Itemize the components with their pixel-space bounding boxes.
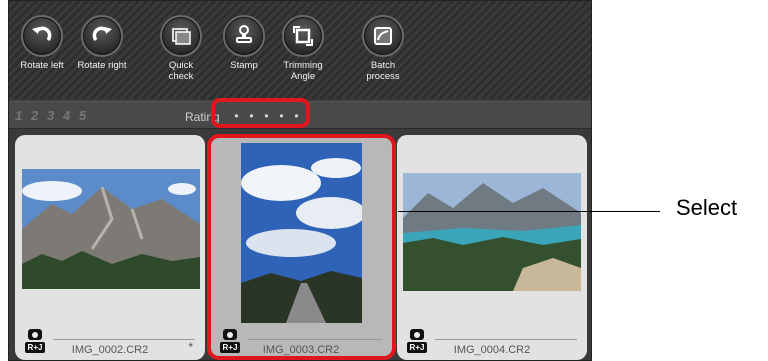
- quick-check-label: Quick check: [168, 60, 194, 82]
- rotate-left-icon: [32, 26, 52, 42]
- trimming-angle-button[interactable]: Trimming Angle: [268, 15, 338, 82]
- star-3[interactable]: 3: [47, 108, 61, 123]
- divider: [53, 339, 195, 340]
- thumbnail-card[interactable]: R+J IMG_0002.CR2 *: [15, 135, 205, 360]
- trimming-angle-label: Trimming Angle: [283, 60, 323, 82]
- thumbnail-card[interactable]: R+J IMG_0004.CR2: [397, 135, 587, 360]
- select-annotation: Select: [676, 195, 738, 220]
- rotate-right-button[interactable]: Rotate right: [67, 15, 137, 71]
- thumbnail-filename: IMG_0002.CR2: [71, 344, 149, 356]
- star-1[interactable]: 1: [15, 108, 29, 123]
- divider: [435, 339, 577, 340]
- batch-process-button[interactable]: Batch process: [348, 15, 418, 82]
- quick-check-button[interactable]: Quick check: [146, 15, 216, 82]
- trimming-angle-icon: [293, 26, 313, 46]
- star-rating: 1 2 3 4 5: [15, 108, 93, 123]
- star-5[interactable]: 5: [79, 108, 93, 123]
- thumbnail-image: [403, 173, 581, 291]
- rotate-right-label: Rotate right: [77, 60, 127, 71]
- quick-check-icon: [172, 28, 191, 45]
- thumbnail-image: [22, 169, 200, 289]
- star-2[interactable]: 2: [31, 108, 45, 123]
- star-4[interactable]: 4: [63, 108, 77, 123]
- callout-line: [398, 211, 660, 212]
- toolbar: Rotate left Rotate right Quick check Sta…: [9, 1, 591, 99]
- rotate-right-icon: [92, 26, 112, 42]
- edited-mark: *: [188, 340, 193, 354]
- batch-process-icon: [374, 27, 392, 45]
- selection-highlight-frame: [207, 134, 396, 360]
- batch-process-label: Batch process: [366, 60, 400, 82]
- rating-highlight-frame: [211, 98, 310, 128]
- stamp-icon: [236, 25, 252, 43]
- thumbnail-filename: IMG_0004.CR2: [453, 344, 531, 356]
